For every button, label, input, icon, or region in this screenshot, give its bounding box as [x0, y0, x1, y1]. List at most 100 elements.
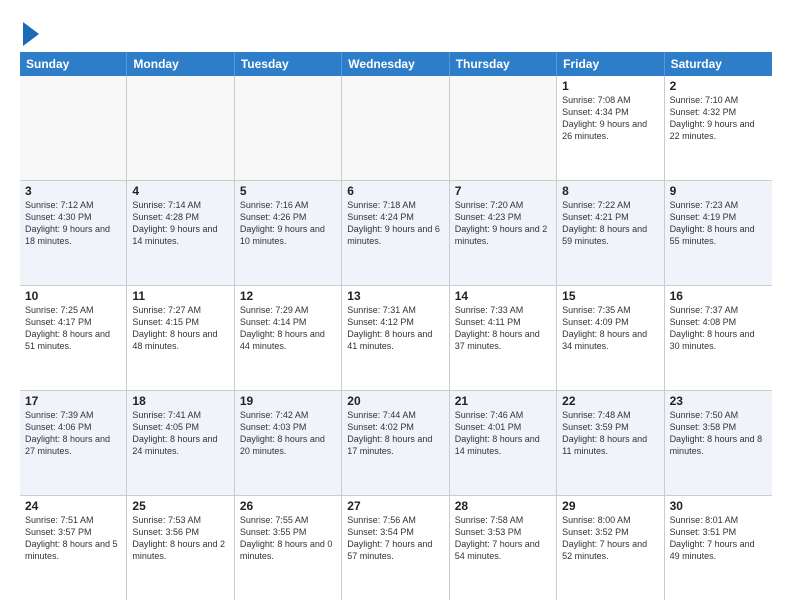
day-number: 12: [240, 289, 336, 303]
day-number: 20: [347, 394, 443, 408]
cal-cell-4-6: 30Sunrise: 8:01 AM Sunset: 3:51 PM Dayli…: [665, 496, 772, 600]
cell-text: Sunrise: 7:56 AM Sunset: 3:54 PM Dayligh…: [347, 514, 443, 563]
cell-text: Sunrise: 7:48 AM Sunset: 3:59 PM Dayligh…: [562, 409, 658, 458]
day-number: 22: [562, 394, 658, 408]
cell-text: Sunrise: 7:25 AM Sunset: 4:17 PM Dayligh…: [25, 304, 121, 353]
cal-cell-3-5: 22Sunrise: 7:48 AM Sunset: 3:59 PM Dayli…: [557, 391, 664, 495]
day-number: 30: [670, 499, 767, 513]
cal-cell-1-1: 4Sunrise: 7:14 AM Sunset: 4:28 PM Daylig…: [127, 181, 234, 285]
cal-cell-1-4: 7Sunrise: 7:20 AM Sunset: 4:23 PM Daylig…: [450, 181, 557, 285]
header-day-tuesday: Tuesday: [235, 52, 342, 76]
day-number: 4: [132, 184, 228, 198]
cell-text: Sunrise: 7:44 AM Sunset: 4:02 PM Dayligh…: [347, 409, 443, 458]
cell-text: Sunrise: 7:29 AM Sunset: 4:14 PM Dayligh…: [240, 304, 336, 353]
cal-cell-0-5: 1Sunrise: 7:08 AM Sunset: 4:34 PM Daylig…: [557, 76, 664, 180]
day-number: 2: [670, 79, 767, 93]
day-number: 7: [455, 184, 551, 198]
cell-text: Sunrise: 7:14 AM Sunset: 4:28 PM Dayligh…: [132, 199, 228, 248]
day-number: 8: [562, 184, 658, 198]
cell-text: Sunrise: 7:55 AM Sunset: 3:55 PM Dayligh…: [240, 514, 336, 563]
header-day-wednesday: Wednesday: [342, 52, 449, 76]
cal-cell-1-5: 8Sunrise: 7:22 AM Sunset: 4:21 PM Daylig…: [557, 181, 664, 285]
header-day-friday: Friday: [557, 52, 664, 76]
cal-cell-2-0: 10Sunrise: 7:25 AM Sunset: 4:17 PM Dayli…: [20, 286, 127, 390]
day-number: 10: [25, 289, 121, 303]
calendar-header: SundayMondayTuesdayWednesdayThursdayFrid…: [20, 52, 772, 76]
cal-cell-1-6: 9Sunrise: 7:23 AM Sunset: 4:19 PM Daylig…: [665, 181, 772, 285]
cal-cell-4-0: 24Sunrise: 7:51 AM Sunset: 3:57 PM Dayli…: [20, 496, 127, 600]
cal-cell-1-0: 3Sunrise: 7:12 AM Sunset: 4:30 PM Daylig…: [20, 181, 127, 285]
cal-cell-2-3: 13Sunrise: 7:31 AM Sunset: 4:12 PM Dayli…: [342, 286, 449, 390]
cal-cell-2-6: 16Sunrise: 7:37 AM Sunset: 4:08 PM Dayli…: [665, 286, 772, 390]
header: [20, 16, 772, 46]
day-number: 19: [240, 394, 336, 408]
cell-text: Sunrise: 7:33 AM Sunset: 4:11 PM Dayligh…: [455, 304, 551, 353]
header-day-thursday: Thursday: [450, 52, 557, 76]
cal-cell-2-4: 14Sunrise: 7:33 AM Sunset: 4:11 PM Dayli…: [450, 286, 557, 390]
day-number: 6: [347, 184, 443, 198]
day-number: 25: [132, 499, 228, 513]
day-number: 28: [455, 499, 551, 513]
day-number: 5: [240, 184, 336, 198]
cell-text: Sunrise: 7:41 AM Sunset: 4:05 PM Dayligh…: [132, 409, 228, 458]
cell-text: Sunrise: 7:20 AM Sunset: 4:23 PM Dayligh…: [455, 199, 551, 248]
day-number: 18: [132, 394, 228, 408]
day-number: 11: [132, 289, 228, 303]
cal-cell-0-1: [127, 76, 234, 180]
cell-text: Sunrise: 7:10 AM Sunset: 4:32 PM Dayligh…: [670, 94, 767, 143]
day-number: 29: [562, 499, 658, 513]
calendar-row-1: 3Sunrise: 7:12 AM Sunset: 4:30 PM Daylig…: [20, 181, 772, 286]
page: SundayMondayTuesdayWednesdayThursdayFrid…: [0, 0, 792, 612]
cell-text: Sunrise: 8:01 AM Sunset: 3:51 PM Dayligh…: [670, 514, 767, 563]
cell-text: Sunrise: 7:22 AM Sunset: 4:21 PM Dayligh…: [562, 199, 658, 248]
cal-cell-0-6: 2Sunrise: 7:10 AM Sunset: 4:32 PM Daylig…: [665, 76, 772, 180]
cal-cell-2-2: 12Sunrise: 7:29 AM Sunset: 4:14 PM Dayli…: [235, 286, 342, 390]
cal-cell-3-1: 18Sunrise: 7:41 AM Sunset: 4:05 PM Dayli…: [127, 391, 234, 495]
day-number: 3: [25, 184, 121, 198]
logo: [20, 20, 39, 46]
cal-cell-4-4: 28Sunrise: 7:58 AM Sunset: 3:53 PM Dayli…: [450, 496, 557, 600]
day-number: 13: [347, 289, 443, 303]
cal-cell-1-2: 5Sunrise: 7:16 AM Sunset: 4:26 PM Daylig…: [235, 181, 342, 285]
cal-cell-0-0: [20, 76, 127, 180]
cell-text: Sunrise: 7:23 AM Sunset: 4:19 PM Dayligh…: [670, 199, 767, 248]
header-day-monday: Monday: [127, 52, 234, 76]
day-number: 1: [562, 79, 658, 93]
calendar-row-2: 10Sunrise: 7:25 AM Sunset: 4:17 PM Dayli…: [20, 286, 772, 391]
cal-cell-1-3: 6Sunrise: 7:18 AM Sunset: 4:24 PM Daylig…: [342, 181, 449, 285]
cell-text: Sunrise: 7:58 AM Sunset: 3:53 PM Dayligh…: [455, 514, 551, 563]
calendar-row-4: 24Sunrise: 7:51 AM Sunset: 3:57 PM Dayli…: [20, 496, 772, 600]
cell-text: Sunrise: 7:08 AM Sunset: 4:34 PM Dayligh…: [562, 94, 658, 143]
cal-cell-4-5: 29Sunrise: 8:00 AM Sunset: 3:52 PM Dayli…: [557, 496, 664, 600]
day-number: 27: [347, 499, 443, 513]
cell-text: Sunrise: 7:35 AM Sunset: 4:09 PM Dayligh…: [562, 304, 658, 353]
cal-cell-0-2: [235, 76, 342, 180]
cell-text: Sunrise: 7:50 AM Sunset: 3:58 PM Dayligh…: [670, 409, 767, 458]
calendar: SundayMondayTuesdayWednesdayThursdayFrid…: [20, 52, 772, 600]
cal-cell-0-4: [450, 76, 557, 180]
cell-text: Sunrise: 7:18 AM Sunset: 4:24 PM Dayligh…: [347, 199, 443, 248]
header-day-sunday: Sunday: [20, 52, 127, 76]
cell-text: Sunrise: 7:39 AM Sunset: 4:06 PM Dayligh…: [25, 409, 121, 458]
cal-cell-2-1: 11Sunrise: 7:27 AM Sunset: 4:15 PM Dayli…: [127, 286, 234, 390]
day-number: 26: [240, 499, 336, 513]
cell-text: Sunrise: 7:46 AM Sunset: 4:01 PM Dayligh…: [455, 409, 551, 458]
cal-cell-4-3: 27Sunrise: 7:56 AM Sunset: 3:54 PM Dayli…: [342, 496, 449, 600]
cell-text: Sunrise: 7:27 AM Sunset: 4:15 PM Dayligh…: [132, 304, 228, 353]
day-number: 15: [562, 289, 658, 303]
day-number: 14: [455, 289, 551, 303]
cell-text: Sunrise: 7:53 AM Sunset: 3:56 PM Dayligh…: [132, 514, 228, 563]
logo-arrow-icon: [23, 22, 39, 46]
cell-text: Sunrise: 7:31 AM Sunset: 4:12 PM Dayligh…: [347, 304, 443, 353]
calendar-row-0: 1Sunrise: 7:08 AM Sunset: 4:34 PM Daylig…: [20, 76, 772, 181]
cal-cell-4-1: 25Sunrise: 7:53 AM Sunset: 3:56 PM Dayli…: [127, 496, 234, 600]
cell-text: Sunrise: 7:12 AM Sunset: 4:30 PM Dayligh…: [25, 199, 121, 248]
day-number: 9: [670, 184, 767, 198]
day-number: 21: [455, 394, 551, 408]
cal-cell-2-5: 15Sunrise: 7:35 AM Sunset: 4:09 PM Dayli…: [557, 286, 664, 390]
day-number: 23: [670, 394, 767, 408]
cell-text: Sunrise: 8:00 AM Sunset: 3:52 PM Dayligh…: [562, 514, 658, 563]
cal-cell-3-0: 17Sunrise: 7:39 AM Sunset: 4:06 PM Dayli…: [20, 391, 127, 495]
cal-cell-0-3: [342, 76, 449, 180]
day-number: 24: [25, 499, 121, 513]
